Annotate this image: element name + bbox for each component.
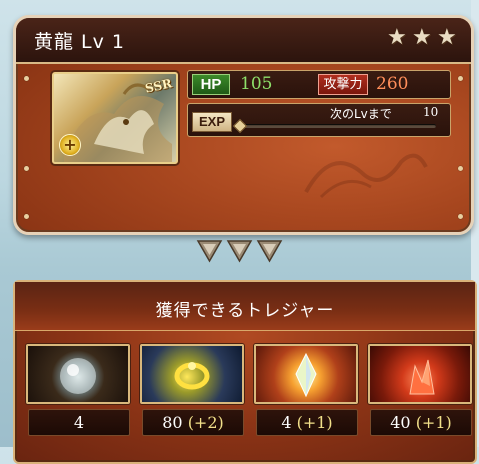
summon-title: 黄龍 Lv 1 — [34, 31, 125, 53]
orb-art — [60, 358, 96, 394]
bonus-value: (+2) — [187, 413, 224, 432]
exp-panel: EXP 次のLvまで 10 — [187, 103, 451, 137]
rivet-decoration — [458, 76, 463, 81]
gold-ring-icon — [140, 344, 244, 404]
next-level-value: 10 — [423, 105, 439, 119]
rivet-decoration — [24, 214, 29, 219]
rivet-decoration — [24, 166, 29, 171]
treasure-item[interactable]: 4 — [26, 344, 130, 436]
rivet-decoration — [458, 214, 463, 219]
treasure-count: 4 (+1) — [256, 409, 358, 436]
treasure-item[interactable]: 80 (+2) — [140, 344, 244, 436]
count-value: 40 — [390, 413, 411, 432]
ruby-art — [409, 359, 435, 395]
fire-gem-icon — [368, 344, 472, 404]
summon-portrait[interactable]: SSR + — [52, 72, 178, 164]
ring-art — [174, 362, 210, 390]
treasure-header: 獲得できるトレジャー — [15, 282, 475, 331]
treasure-panel: 獲得できるトレジャー 4 80 (+2) 4 (+1) 40 (+1) — [13, 280, 477, 464]
star-icon: ★ — [412, 25, 432, 50]
summon-card: 黄龍 Lv 1 ★ ★ ★ SSR + HP 105 攻撃力 260 EXP 次… — [13, 15, 474, 235]
silver-orb-icon — [26, 344, 130, 404]
attack-label: 攻撃力 — [318, 74, 368, 95]
exp-marker-icon — [232, 118, 248, 134]
crystal-icon — [254, 344, 358, 404]
exp-label: EXP — [192, 112, 232, 132]
count-value: 4 — [73, 413, 85, 432]
hp-value: 105 — [240, 74, 273, 94]
count-value: 4 — [281, 413, 292, 432]
star-icon: ★ — [437, 25, 457, 50]
treasure-count: 40 (+1) — [370, 409, 472, 436]
rivet-decoration — [24, 76, 29, 81]
treasure-item[interactable]: 4 (+1) — [254, 344, 358, 436]
crystal-art — [295, 352, 317, 398]
stats-panel: HP 105 攻撃力 260 — [187, 70, 451, 99]
treasure-item[interactable]: 40 (+1) — [368, 344, 472, 436]
down-arrows — [196, 238, 283, 264]
treasure-title: 獲得できるトレジャー — [155, 301, 335, 321]
treasure-list: 4 80 (+2) 4 (+1) 40 (+1) — [26, 344, 472, 436]
exp-bar — [240, 124, 436, 128]
bonus-value: (+1) — [415, 413, 452, 432]
hp-label: HP — [192, 74, 230, 95]
rivet-decoration — [458, 166, 463, 171]
chevron-down-icon — [226, 240, 253, 263]
ornament-decoration — [304, 153, 428, 199]
treasure-count: 4 — [28, 409, 130, 436]
next-level-label: 次のLvまで — [330, 107, 392, 121]
star-icon: ★ — [387, 25, 407, 50]
treasure-count: 80 (+2) — [142, 409, 244, 436]
chevron-down-icon — [196, 240, 223, 263]
uncap-stars: ★ ★ ★ — [387, 27, 459, 49]
chevron-down-icon — [256, 240, 283, 263]
count-value: 80 — [162, 413, 183, 432]
plus-icon: + — [59, 134, 81, 156]
card-header: 黄龍 Lv 1 ★ ★ ★ — [16, 18, 471, 64]
bonus-value: (+1) — [296, 413, 333, 432]
attack-value: 260 — [376, 74, 409, 94]
